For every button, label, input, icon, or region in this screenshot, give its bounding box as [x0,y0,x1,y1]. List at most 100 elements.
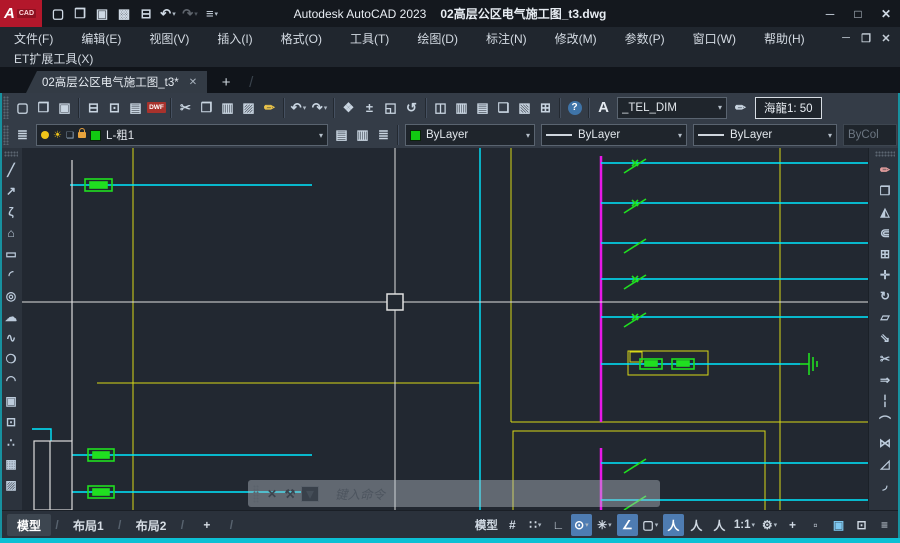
join-icon[interactable]: ⋈ [875,432,895,453]
make-object-layer-current-icon[interactable]: ▤ [331,124,352,146]
polar-tracking-icon[interactable]: ⊙▾ [571,514,592,536]
command-line[interactable]: ✕⚒ ▾ 键入命令 [248,480,660,507]
chevron-down-icon[interactable]: ▾ [526,131,530,140]
command-prompt[interactable]: 键入命令 [335,484,385,503]
toolbar-grip[interactable] [875,151,894,157]
layer-thaw-icon[interactable]: ☀ [53,130,62,141]
print-preview-icon[interactable]: ⊡ [104,97,125,119]
layer-states-icon[interactable]: ≣ [373,124,394,146]
doc-restore-button[interactable]: ❐ [856,29,876,47]
help-icon[interactable]: ? [564,97,585,119]
point-icon[interactable]: ∴ [1,432,21,453]
mirror-icon[interactable]: ◭ [875,201,895,222]
save-icon[interactable]: ▣ [54,97,75,119]
linetype-dropdown[interactable]: ByLayer ▾ [541,124,687,146]
line-icon[interactable]: ╱ [1,159,21,180]
menu-insert[interactable]: 插入(I) [203,28,266,49]
annotation-scale-icon[interactable]: 人 [709,514,730,536]
quick-calc-icon[interactable]: ⊞ [535,97,556,119]
scale-icon[interactable]: ▱ [875,306,895,327]
chevron-down-icon[interactable]: ▾ [172,10,176,18]
layout-slash[interactable]: / [53,514,61,536]
new-layout-button[interactable]: + [188,514,225,536]
dim-style-dropdown[interactable]: _TEL_DIM ▾ [617,97,727,119]
construction-line-icon[interactable]: ↗ [1,180,21,201]
snap-icon[interactable]: ∷▾ [525,514,546,536]
revision-cloud-icon[interactable]: ☁ [1,306,21,327]
redo-icon[interactable]: ↷▾ [309,97,330,119]
tab-model[interactable]: 模型 [7,514,51,536]
menu-tools[interactable]: 工具(T) [336,28,403,49]
dim-edit-icon[interactable]: ✏ [730,97,751,119]
chevron-down-icon[interactable]: ▾ [751,521,755,529]
layer-translate-icon[interactable]: ▧ [514,97,535,119]
arc-icon[interactable]: ◜ [1,264,21,285]
isodraft-icon[interactable]: ✳▾ [594,514,615,536]
graphics-performance-icon[interactable]: ▣ [828,514,849,536]
open-file-icon[interactable]: ❒ [70,4,90,24]
fillet-icon[interactable]: ◞ [875,474,895,495]
annotation-monitor-icon[interactable]: + [782,514,803,536]
toolbar-grip[interactable] [4,151,17,157]
chevron-down-icon[interactable]: ▾ [828,131,832,140]
document-tab[interactable]: 02高层公区电气施工图_t3* ✕ [26,71,207,93]
text-style-icon[interactable]: A [593,97,614,119]
color-dropdown[interactable]: ByLayer ▾ [405,124,535,146]
chevron-down-icon[interactable]: ▾ [538,521,542,529]
close-button[interactable]: ✕ [872,0,900,27]
print-icon[interactable]: ⊟ [83,97,104,119]
menu-parametric[interactable]: 参数(P) [611,28,679,49]
toolbar-grip[interactable] [3,96,9,119]
menu-modify[interactable]: 修改(M) [541,28,611,49]
save-as-icon[interactable]: ▩ [114,4,134,24]
annotation-visibility-icon[interactable]: 人 [663,514,684,536]
close-command-icon[interactable]: ✕ [263,484,281,504]
drawing-canvas[interactable]: ✕⚒ ▾ 键入命令 [22,148,868,510]
menu-dimension[interactable]: 标注(N) [472,28,541,49]
block-edit-icon[interactable]: ✏ [259,97,280,119]
menu-file[interactable]: 文件(F) [0,28,67,49]
new-file-icon[interactable]: ▢ [12,97,33,119]
model-space-toggle[interactable]: 模型 [473,514,500,536]
autoscale-icon[interactable]: 人 [686,514,707,536]
doc-close-button[interactable]: ✕ [876,29,896,47]
zoom-realtime-icon[interactable]: ± [359,97,380,119]
layer-dropdown[interactable]: ☀ ❏ L-粗1 ▾ [36,124,328,146]
redo-icon[interactable]: ↷▾ [180,4,200,24]
toolbar-grip[interactable] [3,125,9,146]
menu-help[interactable]: 帮助(H) [750,28,819,49]
open-file-icon[interactable]: ❒ [33,97,54,119]
isolate-objects-icon[interactable]: ▫ [805,514,826,536]
undo-icon[interactable]: ↶▾ [158,4,178,24]
tab-layout2[interactable]: 布局2 [126,514,177,536]
menu-et-tools[interactable]: ET扩展工具(X) [0,50,107,67]
chevron-down-icon[interactable]: ▾ [718,103,722,112]
ellipse-icon[interactable]: ❍ [1,348,21,369]
viewports-icon[interactable]: ◫ [430,97,451,119]
customize-icon[interactable]: ≡ [874,514,895,536]
menu-view[interactable]: 视图(V) [135,28,203,49]
move-icon[interactable]: ✛ [875,264,895,285]
new-file-icon[interactable]: ▢ [48,4,68,24]
make-block-icon[interactable]: ⊡ [1,411,21,432]
scale-value[interactable]: 1:1▾ [732,514,757,536]
workspace-icon[interactable]: ⚙▾ [759,514,780,536]
grid-icon[interactable]: # [502,514,523,536]
recent-commands-icon[interactable]: ▾ [301,486,319,502]
sheet-set-manager-icon[interactable]: ▥ [451,97,472,119]
match-properties-icon[interactable]: ▨ [238,97,259,119]
scale-input[interactable]: 海龍1: 50 [755,97,822,119]
osnap-icon[interactable]: ▢▾ [640,514,661,536]
erase-icon[interactable]: ✏ [875,159,895,180]
layer-previous-icon[interactable]: ▥ [352,124,373,146]
markup-icon[interactable]: ❏ [493,97,514,119]
array-icon[interactable]: ⊞ [875,243,895,264]
layer-properties-icon[interactable]: ≣ [12,124,33,146]
chevron-down-icon[interactable]: ▾ [608,521,612,529]
polyline-icon[interactable]: ζ [1,201,21,222]
ortho-icon[interactable]: ∟ [548,514,569,536]
chevron-down-icon[interactable]: ▾ [774,521,778,529]
zoom-window-icon[interactable]: ◱ [380,97,401,119]
pan-icon[interactable]: ❖ [338,97,359,119]
chevron-down-icon[interactable]: ▾ [194,10,198,18]
